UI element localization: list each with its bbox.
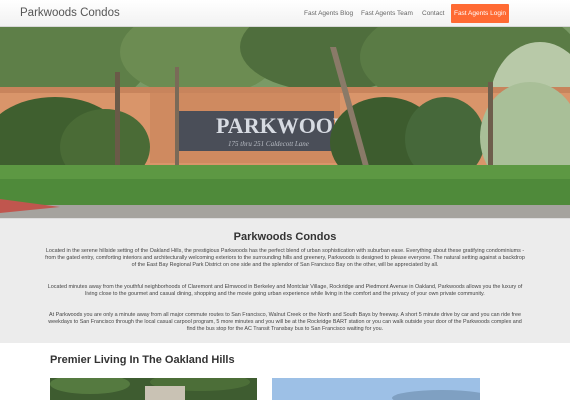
login-button[interactable]: Fast Agents Login [451, 4, 509, 23]
sign-text: PARKWOOD [216, 113, 349, 138]
intro-section: Parkwoods Condos Located in the serene h… [0, 218, 570, 343]
hero-photo-illustration: PARKWOOD 175 thru 251 Caldecott Lane [0, 27, 570, 218]
section-title: Premier Living In The Oakland Hills [50, 354, 235, 366]
nav-link-blog[interactable]: Fast Agents Blog [304, 10, 353, 17]
intro-paragraph: Located in the serene hillside setting o… [45, 248, 525, 269]
intro-paragraph: Located minutes away from the youthful n… [47, 284, 523, 298]
photo-thumbnail[interactable] [50, 378, 257, 400]
hero-photo: PARKWOOD 175 thru 251 Caldecott Lane [0, 27, 570, 218]
nav-link-contact[interactable]: Contact [422, 10, 444, 17]
navbar: Parkwoods Condos Fast Agents Blog Fast A… [0, 0, 570, 27]
intro-paragraph: At Parkwoods you are only a minute away … [48, 312, 522, 333]
photo-thumbnail[interactable] [272, 378, 480, 400]
nav-link-team[interactable]: Fast Agents Team [361, 10, 413, 17]
brand-logo-text[interactable]: Parkwoods Condos [20, 7, 120, 19]
intro-title: Parkwoods Condos [233, 231, 337, 243]
sign-subtext: 175 thru 251 Caldecott Lane [228, 140, 309, 148]
